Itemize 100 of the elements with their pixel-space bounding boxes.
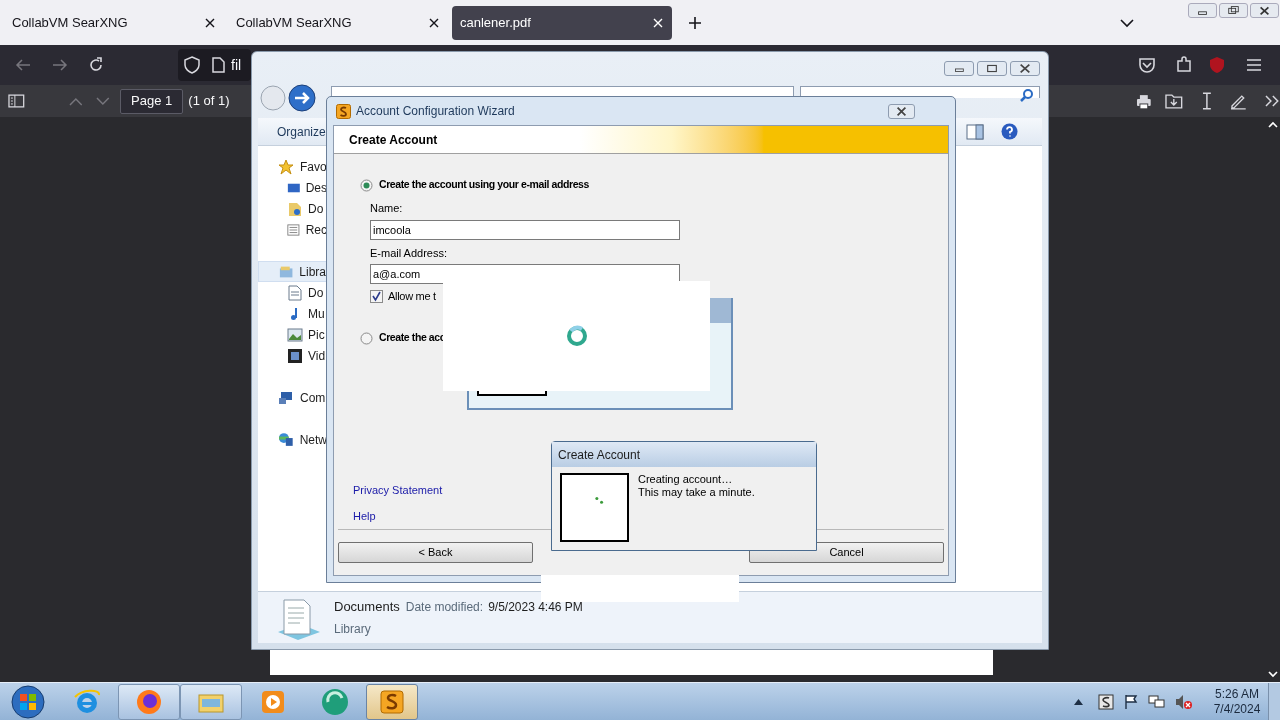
chevron-up-icon[interactable] bbox=[1074, 698, 1083, 705]
search-icon[interactable] bbox=[1020, 88, 1034, 102]
spinner-icon bbox=[565, 325, 588, 347]
radio-button[interactable] bbox=[360, 178, 373, 192]
minimize-icon[interactable] bbox=[944, 61, 974, 76]
nav-item[interactable]: Des bbox=[258, 177, 327, 198]
scroll-down-icon[interactable] bbox=[1268, 671, 1278, 678]
scroll-up-icon[interactable] bbox=[1268, 121, 1278, 128]
nav-item[interactable]: Com bbox=[258, 387, 327, 408]
nav-item[interactable]: Do bbox=[258, 282, 327, 303]
field-label: Date modified: bbox=[405, 598, 484, 616]
checkbox[interactable] bbox=[370, 289, 383, 303]
tab-title: CollabVM SearXNG bbox=[236, 13, 353, 32]
clock-time: 5:26 AM bbox=[1215, 686, 1259, 702]
nav-item[interactable]: Libra bbox=[258, 261, 327, 282]
page-count: (1 of 1) bbox=[188, 92, 230, 111]
app-icon bbox=[336, 103, 351, 119]
page-number-field[interactable]: Page 1 bbox=[120, 88, 184, 114]
close-icon[interactable] bbox=[428, 16, 440, 29]
nav-label: Rec bbox=[305, 221, 327, 239]
nav-item[interactable]: Favo bbox=[258, 156, 327, 177]
close-icon[interactable] bbox=[204, 16, 216, 29]
organize-menu[interactable]: Organize bbox=[277, 122, 326, 141]
network-icon[interactable] bbox=[1148, 693, 1166, 710]
input-field[interactable]: a@a.com bbox=[370, 264, 680, 284]
list-icon bbox=[287, 221, 301, 238]
circular-app-icon bbox=[320, 686, 350, 717]
date-modified: 9/5/2023 4:46 PM bbox=[488, 598, 583, 616]
dialog-title: Create Account bbox=[558, 446, 641, 464]
link[interactable]: Help bbox=[353, 507, 376, 524]
wizard-button[interactable]: < Back bbox=[338, 542, 533, 563]
close-icon[interactable] bbox=[887, 103, 915, 119]
star-icon bbox=[278, 158, 294, 175]
browser-tab[interactable]: CollabVM SearXNG bbox=[228, 5, 448, 40]
nav-item[interactable]: Pic bbox=[258, 324, 327, 345]
nav-item[interactable]: Rec bbox=[258, 219, 327, 240]
folder-icon bbox=[287, 200, 303, 217]
back-icon[interactable] bbox=[15, 58, 31, 72]
reload-icon[interactable] bbox=[88, 57, 104, 73]
close-icon[interactable] bbox=[1010, 61, 1040, 76]
item-name: Documents bbox=[334, 597, 400, 616]
pencil-icon[interactable] bbox=[1229, 92, 1247, 110]
tab-title: CollabVM SearXNG bbox=[12, 13, 129, 32]
radio-button[interactable] bbox=[360, 331, 373, 345]
text-cursor-icon[interactable] bbox=[1201, 92, 1212, 110]
chevrons-right-icon[interactable] bbox=[1265, 95, 1280, 107]
print-icon[interactable] bbox=[1135, 93, 1152, 109]
checkbox-label: Allow me t bbox=[388, 288, 436, 304]
window-title: Account Configuration Wizard bbox=[356, 103, 515, 120]
pocket-icon[interactable] bbox=[1138, 57, 1156, 73]
app-icon[interactable] bbox=[1098, 693, 1114, 710]
sidebar-toggle-icon[interactable] bbox=[8, 94, 25, 108]
speaker-muted-icon[interactable] bbox=[1175, 693, 1193, 710]
menu-icon[interactable] bbox=[1246, 58, 1262, 72]
start-orb-icon bbox=[11, 684, 45, 719]
link[interactable]: Privacy Statement bbox=[353, 482, 443, 499]
taskbar-button[interactable] bbox=[366, 683, 418, 720]
close-icon[interactable] bbox=[1250, 3, 1279, 18]
maximize-icon[interactable] bbox=[977, 61, 1007, 76]
plus-icon[interactable] bbox=[688, 15, 702, 30]
nav-label: Favo bbox=[300, 158, 327, 176]
document-icon bbox=[287, 284, 303, 301]
input-field[interactable]: imcoola bbox=[370, 219, 680, 240]
browser-tab[interactable]: CollabVM SearXNG bbox=[4, 5, 224, 40]
status-text: This may take a minute. bbox=[638, 486, 755, 499]
forward-icon[interactable] bbox=[288, 84, 316, 112]
heading: Create Account bbox=[349, 131, 438, 149]
nav-label: Do bbox=[308, 284, 324, 302]
minimize-icon[interactable] bbox=[1188, 3, 1217, 18]
nav-item[interactable]: Mu bbox=[258, 303, 327, 324]
clock-date: 7/4/2024 bbox=[1213, 701, 1261, 717]
shield-icon[interactable] bbox=[184, 56, 200, 74]
browser-tab[interactable]: canlener.pdf bbox=[452, 5, 672, 40]
taskbar-button[interactable] bbox=[118, 683, 180, 720]
field-label: E-mail Address: bbox=[370, 245, 449, 261]
nav-label: Do bbox=[308, 200, 324, 218]
nav-item[interactable]: Vid bbox=[258, 345, 327, 366]
address-bar[interactable]: fil bbox=[178, 49, 251, 81]
nav-item[interactable]: Netw bbox=[258, 429, 327, 450]
nav-label: Com bbox=[300, 389, 326, 407]
nav-label: Pic bbox=[308, 326, 325, 344]
save-icon[interactable] bbox=[1165, 93, 1183, 109]
tab-title: canlener.pdf bbox=[460, 13, 532, 32]
page-icon bbox=[212, 57, 225, 73]
picture-icon bbox=[287, 326, 303, 343]
address-text: fil bbox=[231, 55, 242, 75]
status-text: Creating account… bbox=[638, 473, 734, 486]
nav-item[interactable]: Do bbox=[258, 198, 327, 219]
restore-icon[interactable] bbox=[1219, 3, 1248, 18]
chevron-down-icon[interactable] bbox=[1120, 17, 1134, 28]
preview-pane-icon[interactable] bbox=[965, 123, 984, 140]
computer-icon bbox=[278, 389, 294, 406]
help-icon[interactable] bbox=[1000, 123, 1018, 140]
globe-icon bbox=[278, 431, 294, 448]
puzzle-icon[interactable] bbox=[1175, 56, 1193, 74]
nav-label: Netw bbox=[299, 431, 327, 449]
clock[interactable]: 5:26 AM 7/4/2024 bbox=[1212, 686, 1262, 717]
film-icon bbox=[287, 347, 303, 364]
flag-icon[interactable] bbox=[1123, 693, 1139, 710]
radio-label: Create the account using your e-mail address bbox=[379, 177, 589, 193]
